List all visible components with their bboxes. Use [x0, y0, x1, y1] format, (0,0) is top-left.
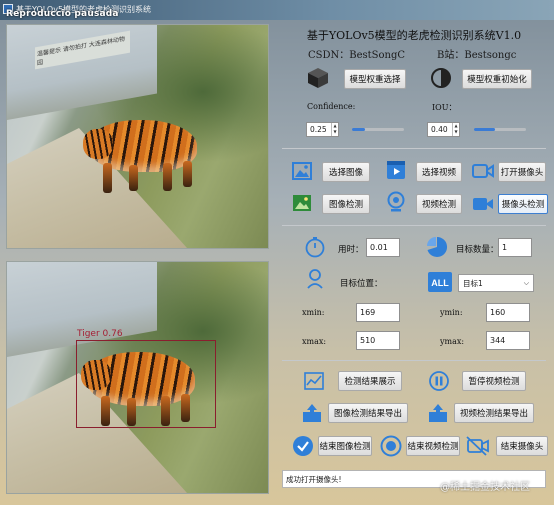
iou-slider-fill: [474, 128, 495, 131]
ymin-field[interactable]: 160: [486, 303, 530, 322]
confidence-value: 0.25: [310, 125, 327, 134]
iou-value: 0.40: [431, 125, 448, 134]
location-pin-icon: [307, 269, 323, 289]
image-icon: [292, 162, 312, 180]
export-image-results-button[interactable]: 图像检测结果导出: [328, 403, 408, 423]
spin-arrows-icon[interactable]: ▲ ▼: [331, 123, 338, 136]
pause-video-button[interactable]: 暂停视频检测: [462, 371, 526, 391]
count-label: 目标数量：: [456, 245, 499, 255]
position-label: 目标位置：: [340, 279, 383, 289]
export-icon: [303, 404, 321, 422]
ymax-field[interactable]: 344: [486, 331, 530, 350]
iou-label: IOU：: [432, 103, 457, 112]
toggle-icon: [431, 68, 451, 88]
target-select-value: 目标1: [463, 278, 483, 288]
end-video-detect-button[interactable]: 结束视频检测: [406, 436, 460, 456]
xmin-field[interactable]: 169: [356, 303, 400, 322]
spin-arrows-icon[interactable]: ▲ ▼: [452, 123, 459, 136]
line-chart-icon: [304, 372, 324, 390]
bilibili-credit: B站：Bestsongc: [437, 50, 517, 61]
chevron-down-icon: ⌵: [523, 278, 529, 287]
xmax-label: xmax:: [302, 337, 327, 346]
show-results-button[interactable]: 检测结果展示: [338, 371, 402, 391]
video-file-icon: [387, 161, 405, 179]
image-detect-icon: [293, 195, 311, 211]
iou-slider[interactable]: [474, 128, 526, 131]
export-icon: [429, 404, 447, 422]
section-divider: [282, 360, 546, 361]
all-icon: ALL: [428, 272, 452, 292]
open-camera-button[interactable]: 打开摄像头: [498, 162, 546, 182]
section-divider: [282, 225, 546, 226]
camera-detect-button[interactable]: 摄像头检测: [498, 194, 548, 214]
check-circle-icon: [293, 436, 313, 456]
confidence-label: Confidence:: [307, 102, 356, 111]
status-message: 成功打开摄像头!: [286, 474, 342, 484]
pause-icon: [429, 371, 449, 391]
detection-box: [76, 340, 216, 428]
count-field[interactable]: 1: [498, 238, 532, 257]
source-image-panel: 温馨提示 请勿拍打 大连森林动物园: [6, 24, 269, 249]
playback-paused-overlay: Reproduccio pausada: [6, 9, 119, 19]
target-select[interactable]: 目标1 ⌵: [458, 274, 534, 292]
iou-spinbox[interactable]: 0.40 ▲ ▼: [427, 122, 460, 137]
pie-chart-icon: [427, 236, 448, 257]
select-image-button[interactable]: 选择图像: [322, 162, 370, 182]
time-field[interactable]: 0.01: [366, 238, 400, 257]
source-image: 温馨提示 请勿拍打 大连森林动物园: [7, 25, 268, 248]
export-video-results-button[interactable]: 视频检测结果导出: [454, 403, 534, 423]
app-title: 基于YOLOv5模型的老虎检测识别系统V1.0: [306, 29, 522, 42]
section-divider: [282, 148, 546, 149]
svg-text:ALL: ALL: [431, 278, 449, 288]
end-camera-button[interactable]: 结束摄像头: [496, 436, 548, 456]
stopwatch-icon: [305, 237, 325, 258]
init-weights-button[interactable]: 模型权重初始化: [462, 69, 532, 89]
time-label: 用时：: [338, 245, 364, 255]
watermark: @稀土掘金技术社区: [440, 482, 530, 493]
ymax-label: ymax:: [440, 337, 465, 346]
cube-icon: [308, 68, 328, 88]
csdn-credit: CSDN：BestSongC: [308, 50, 406, 61]
xmin-label: xmin:: [302, 308, 325, 317]
select-video-button[interactable]: 选择视频: [416, 162, 462, 182]
camera-off-icon: [466, 436, 489, 456]
webcam-icon: [387, 191, 405, 212]
end-image-detect-button[interactable]: 结束图像检测: [318, 436, 372, 456]
image-detect-button[interactable]: 图像检测: [322, 194, 370, 214]
confidence-slider[interactable]: [352, 128, 404, 131]
confidence-slider-fill: [352, 128, 365, 131]
video-detect-button[interactable]: 视频检测: [416, 194, 462, 214]
camera-icon: [472, 164, 494, 178]
video-camera-icon: [473, 198, 493, 210]
select-weights-button[interactable]: 模型权重选择: [344, 69, 406, 89]
record-icon: [380, 435, 402, 457]
ymin-label: ymin:: [440, 308, 463, 317]
xmax-field[interactable]: 510: [356, 331, 400, 350]
confidence-spinbox[interactable]: 0.25 ▲ ▼: [306, 122, 339, 137]
detection-label: Tiger 0.76: [77, 329, 123, 339]
